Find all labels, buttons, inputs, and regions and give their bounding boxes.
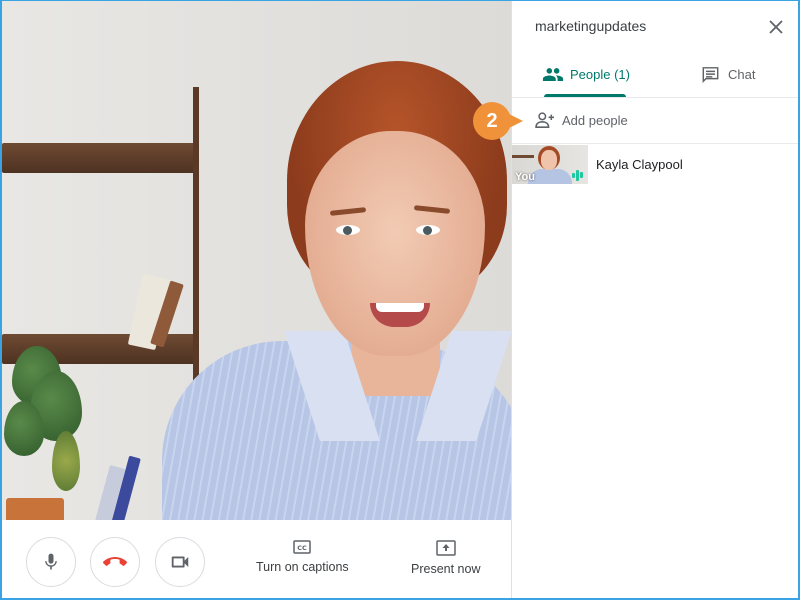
participant-row[interactable]: You Kayla Claypool [512,144,798,184]
add-people-label: Add people [562,112,628,128]
tab-people[interactable]: People (1) [542,51,630,98]
captions-button[interactable]: CC Turn on captions [256,540,349,574]
close-panel-button[interactable] [765,16,787,38]
audio-level-icon [572,169,583,181]
meeting-name: marketingupdates [535,18,647,34]
tab-chat-label: Chat [728,67,756,82]
chat-icon [702,66,719,83]
present-screen-icon [435,540,456,556]
tab-people-label: People (1) [570,67,630,82]
microphone-icon [45,553,57,570]
microphone-button[interactable] [26,537,76,587]
close-icon [769,20,783,34]
active-tab-indicator [544,94,626,97]
closed-captions-icon: CC [293,540,312,554]
callout-pointer [505,112,523,130]
svg-text:CC: CC [298,544,308,552]
add-people-button[interactable]: Add people [534,105,628,135]
people-icon [542,67,564,81]
hang-up-button[interactable] [90,537,140,587]
participant-thumbnail: You [512,144,588,184]
call-controls-bar: CC Turn on captions Present now [2,520,511,598]
main-video-feed [2,1,511,520]
video-plant-pot [6,498,64,520]
side-panel: marketingupdates People (1) Chat Add peo… [511,1,798,598]
you-label: You [515,170,535,183]
person-add-icon [535,112,554,128]
hang-up-phone-icon [103,557,127,566]
video-person [152,41,511,520]
participant-name: Kayla Claypool [596,156,683,172]
present-now-button[interactable]: Present now [411,540,480,576]
present-now-label: Present now [411,562,481,576]
meeting-window: CC Turn on captions Present now marketin… [0,0,800,600]
panel-tabs: People (1) Chat [512,51,798,98]
video-camera-icon [171,556,189,568]
captions-label: Turn on captions [256,560,349,574]
tab-chat[interactable]: Chat [701,51,755,98]
camera-button[interactable] [155,537,205,587]
